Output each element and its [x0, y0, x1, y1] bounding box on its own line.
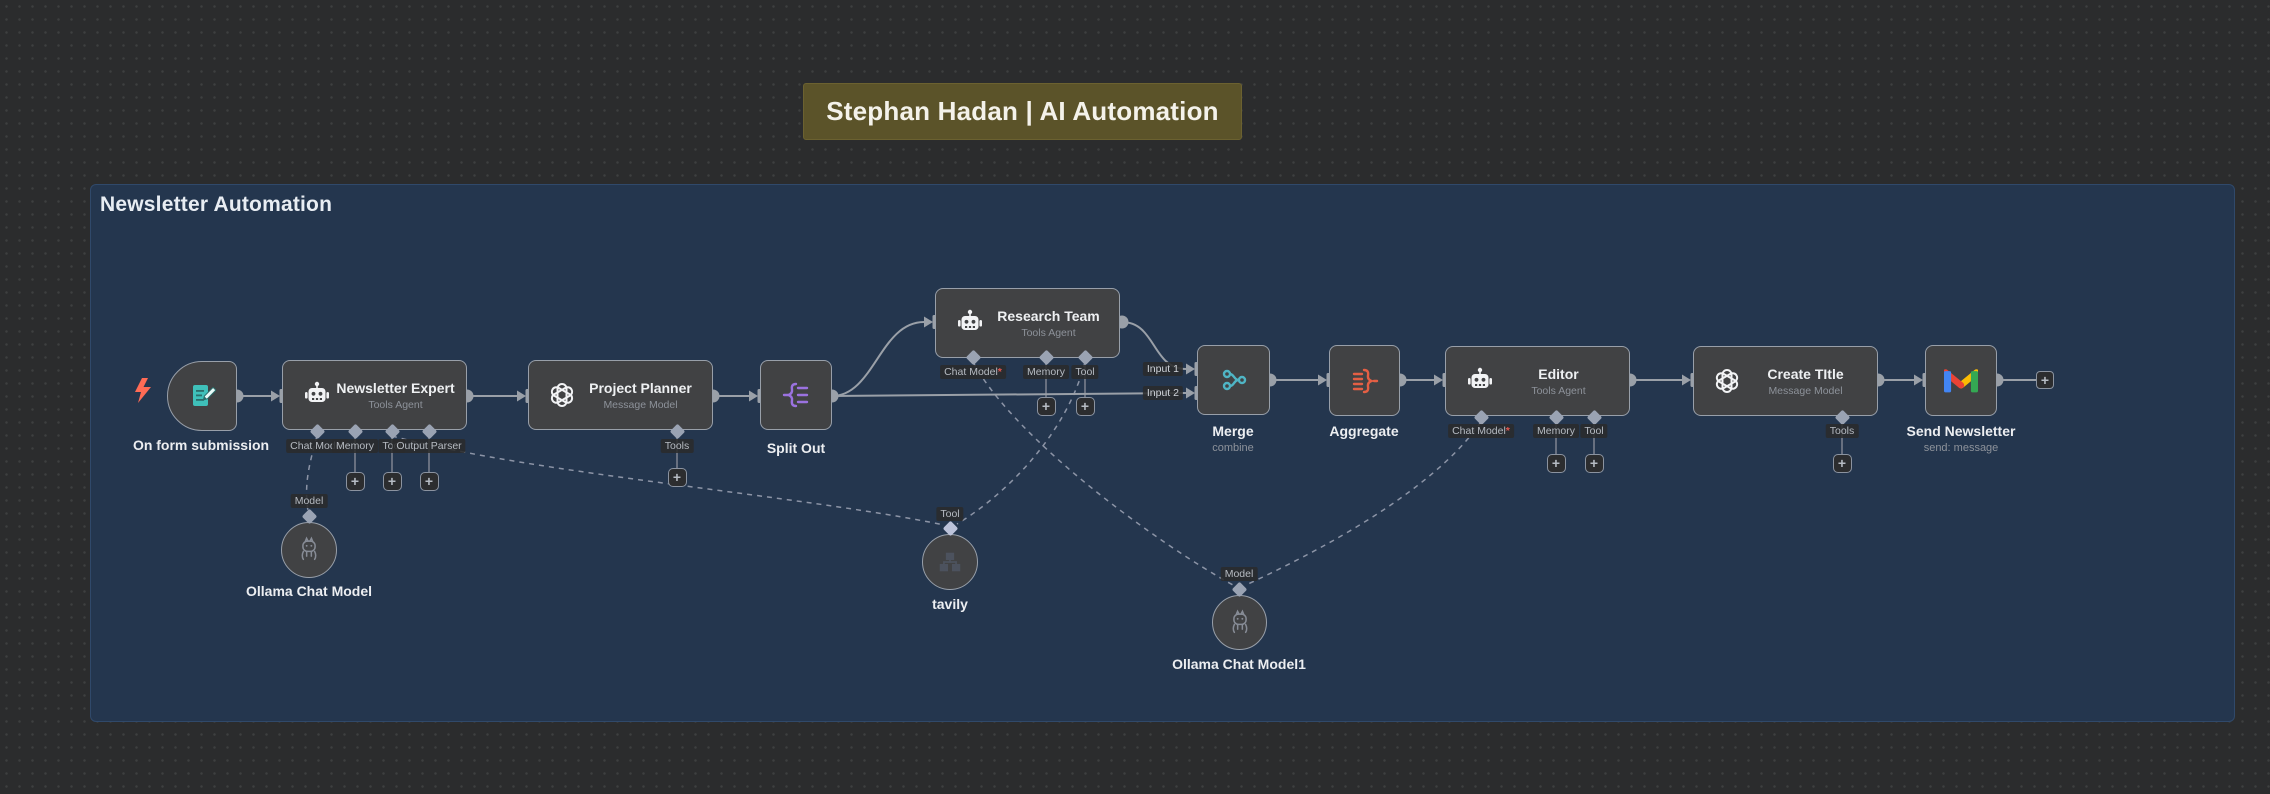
port-label-model: Model	[291, 494, 328, 508]
node-create-title[interactable]: Create TItle Message Model	[1693, 346, 1878, 416]
plus-icon: +	[1552, 456, 1560, 470]
node-label: Split Out	[767, 440, 825, 456]
node-editor[interactable]: Editor Tools Agent	[1445, 346, 1630, 416]
node-title: Create TItle	[1767, 366, 1843, 382]
tavily-icon	[935, 547, 965, 577]
merge-input2-label: Input 2	[1143, 386, 1183, 400]
node-label: On form submission	[133, 437, 269, 453]
node-label: Merge	[1212, 423, 1253, 439]
node-subtitle: Tools Agent	[368, 399, 422, 411]
port-label-tool: Tool	[1580, 424, 1607, 438]
add-next-node-button[interactable]: +	[2036, 371, 2054, 389]
add-memory-button[interactable]: +	[1037, 397, 1056, 416]
plus-icon: +	[673, 470, 681, 484]
node-label: tavily	[932, 596, 968, 612]
add-tool-button[interactable]: +	[383, 472, 402, 491]
plus-icon: +	[425, 474, 433, 488]
plus-icon: +	[2041, 373, 2049, 387]
plus-icon: +	[351, 474, 359, 488]
required-mark: *	[998, 366, 1002, 378]
wire-splitout-to-merge-input2	[832, 393, 1186, 396]
plus-icon: +	[1838, 456, 1846, 470]
port-label-memory: Memory	[332, 439, 378, 453]
node-tavily[interactable]	[922, 534, 978, 590]
robot-icon	[301, 379, 333, 411]
llama-icon	[294, 535, 324, 565]
openai-icon	[1712, 366, 1742, 396]
node-merge[interactable]	[1197, 345, 1270, 415]
split-out-icon	[780, 379, 812, 411]
form-icon	[187, 381, 217, 411]
gmail-icon	[1944, 367, 1978, 395]
port-label-tool: Tool	[1071, 365, 1098, 379]
node-title: Project Planner	[589, 380, 692, 396]
node-project-planner[interactable]: Project Planner Message Model	[528, 360, 713, 430]
node-title: Research Team	[997, 308, 1099, 324]
port-label-output-parser: Output Parser	[392, 439, 465, 453]
robot-icon	[1464, 365, 1496, 397]
node-send-newsletter[interactable]	[1925, 345, 1997, 416]
openai-icon	[547, 380, 577, 410]
add-tool-button[interactable]: +	[1076, 397, 1095, 416]
merge-icon	[1218, 364, 1250, 396]
merge-input1-label: Input 1	[1143, 362, 1183, 376]
port-label-chat-model: Chat Model*	[1448, 424, 1514, 438]
workflow-canvas[interactable]: Stephan Hadan | AI Automation Newsletter…	[0, 0, 2270, 794]
required-mark: *	[1506, 425, 1510, 437]
node-title: Newsletter Expert	[336, 380, 454, 396]
node-ollama-chat-model[interactable]	[281, 522, 337, 578]
plus-icon: +	[1081, 399, 1089, 413]
port-label-memory: Memory	[1533, 424, 1579, 438]
plus-icon: +	[1590, 456, 1598, 470]
node-ollama-chat-model1[interactable]	[1212, 595, 1267, 650]
node-split-out[interactable]	[760, 360, 832, 430]
node-newsletter-expert[interactable]: Newsletter Expert Tools Agent	[282, 360, 467, 430]
add-memory-button[interactable]: +	[1547, 454, 1566, 473]
port-label-tool: Tool	[936, 507, 963, 521]
port-label-tools: Tools	[1826, 424, 1859, 438]
robot-icon	[954, 307, 986, 339]
node-label: Aggregate	[1329, 423, 1398, 439]
node-aggregate[interactable]	[1329, 345, 1400, 416]
add-tool-button[interactable]: +	[1833, 454, 1852, 473]
node-title: Editor	[1538, 366, 1578, 382]
node-sublabel: send: message	[1924, 442, 1999, 454]
node-subtitle: Message Model	[603, 399, 677, 411]
node-subtitle: Tools Agent	[1021, 327, 1075, 339]
aggregate-icon	[1349, 365, 1381, 397]
add-tool-button[interactable]: +	[668, 468, 687, 487]
plus-icon: +	[388, 474, 396, 488]
node-label: Send Newsletter	[1907, 423, 2016, 439]
lightning-icon	[133, 377, 155, 404]
node-on-form-submission[interactable]	[167, 361, 237, 431]
add-output-parser-button[interactable]: +	[420, 472, 439, 491]
port-label-memory: Memory	[1023, 365, 1069, 379]
wire-research-tool-to-tavily	[957, 362, 1085, 524]
plus-icon: +	[1042, 399, 1050, 413]
node-sublabel: combine	[1212, 442, 1254, 454]
node-label: Ollama Chat Model1	[1172, 656, 1306, 672]
port-label-model: Model	[1221, 567, 1258, 581]
add-memory-button[interactable]: +	[346, 472, 365, 491]
node-subtitle: Tools Agent	[1531, 385, 1585, 397]
wire-editor-chatmodel-to-ollama1	[1246, 422, 1481, 585]
node-research-team[interactable]: Research Team Tools Agent	[935, 288, 1120, 358]
port-label-chat-model: Chat Model*	[940, 365, 1006, 379]
llama-icon	[1225, 608, 1255, 638]
wire-splitout-to-research	[832, 322, 924, 396]
add-tool-button[interactable]: +	[1585, 454, 1604, 473]
port-label-tools: Tools	[661, 439, 694, 453]
node-subtitle: Message Model	[1768, 385, 1842, 397]
node-label: Ollama Chat Model	[246, 583, 372, 599]
